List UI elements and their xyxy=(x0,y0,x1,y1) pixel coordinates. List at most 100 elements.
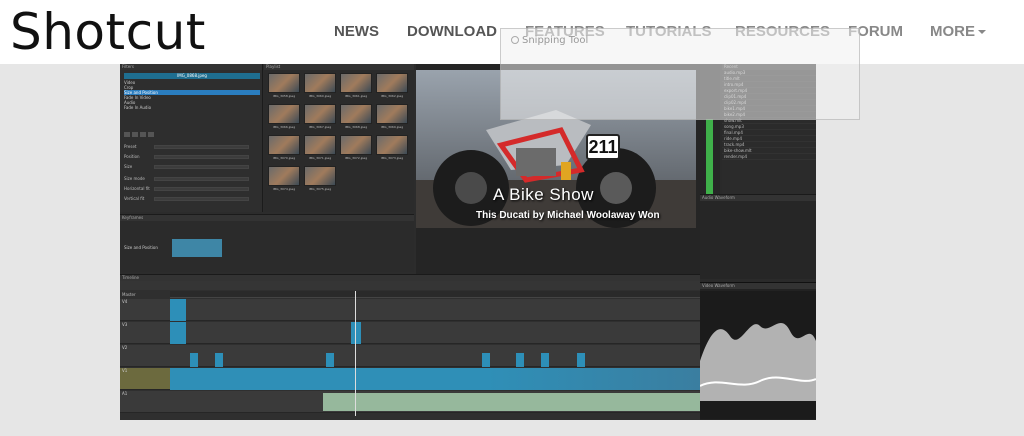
timeline-clip[interactable] xyxy=(577,353,585,367)
prop-field[interactable] xyxy=(154,187,249,191)
prop-label: Size mode xyxy=(124,176,145,181)
prop-label: Horizontal fit xyxy=(124,186,150,191)
playlist-thumbnail-label: IMG_3068.jpeg xyxy=(344,125,368,129)
track-name: V2 xyxy=(122,345,128,350)
race-number-plate: 211 xyxy=(586,134,620,160)
playlist-thumbnail-label: IMG_3069.jpeg xyxy=(380,125,404,129)
timeline-clip[interactable] xyxy=(541,353,549,367)
playlist-thumbnail[interactable] xyxy=(304,166,336,186)
timeline-clip[interactable] xyxy=(516,353,524,367)
filters-toolbar xyxy=(124,132,156,138)
track-name: V3 xyxy=(122,322,128,327)
playlist-thumbnail-label: IMG_3066.jpeg xyxy=(272,125,296,129)
playlist-thumbnail-label: IMG_3074.jpeg xyxy=(272,187,296,191)
playlist-thumbnail[interactable] xyxy=(340,104,372,124)
playlist-thumbnail[interactable] xyxy=(376,104,408,124)
keyframes-track-label: Size and Position xyxy=(124,245,158,250)
track-header-v4[interactable]: V4 xyxy=(120,299,170,321)
caret-down-icon xyxy=(978,30,986,35)
playlist-thumbnail[interactable] xyxy=(268,73,300,93)
video-title-text: A Bike Show xyxy=(493,185,594,204)
track-lane-v2[interactable] xyxy=(170,345,700,367)
track-header-a1[interactable]: A1 xyxy=(120,391,170,413)
prop-field[interactable] xyxy=(154,165,249,169)
playlist-thumbnail[interactable] xyxy=(340,73,372,93)
nav-more[interactable]: MORE xyxy=(930,22,986,42)
nav-download[interactable]: DOWNLOAD xyxy=(407,22,497,42)
filters-panel: Filters IMG_0868.jpeg Video Crop Size an… xyxy=(120,64,263,212)
timeline-clip[interactable] xyxy=(351,322,361,344)
add-filter-icon[interactable] xyxy=(124,132,130,137)
prop-label: Preset xyxy=(124,144,137,149)
prop-field[interactable] xyxy=(154,197,249,201)
playlist-thumbnail[interactable] xyxy=(304,135,336,155)
timeline-clip[interactable] xyxy=(482,353,490,367)
playlist-thumbnail-label: IMG_3073.jpeg xyxy=(380,156,404,160)
playlist-thumbnail[interactable] xyxy=(268,166,300,186)
playlist-thumbnail[interactable] xyxy=(268,135,300,155)
track-name: A1 xyxy=(122,391,128,396)
prop-label: Vertical fit xyxy=(124,196,145,201)
playlist-thumbnail-label: IMG_3062.jpeg xyxy=(380,94,404,98)
track-lane-v4[interactable] xyxy=(170,299,700,321)
timeline-clip[interactable] xyxy=(170,368,700,390)
playlist-thumbnail[interactable] xyxy=(268,104,300,124)
playlist-thumbnail-label: IMG_3072.jpeg xyxy=(344,156,368,160)
playlist-thumbnail-label: IMG_3070.jpeg xyxy=(272,156,296,160)
timeline-clip[interactable] xyxy=(326,353,334,367)
playlist-thumbnail[interactable] xyxy=(304,73,336,93)
filters-clip-name: IMG_0868.jpeg xyxy=(124,73,260,79)
prop-row: Size xyxy=(124,164,254,170)
filters-header: Filters xyxy=(120,64,262,70)
prop-row: Preset xyxy=(124,144,254,150)
snipping-tool-label: Snipping Tool xyxy=(511,35,588,46)
prop-field[interactable] xyxy=(154,145,249,149)
filters-list: Video Crop Size and Position Fade In Vid… xyxy=(124,80,260,110)
audio-level-bar xyxy=(706,119,713,199)
timeline-panel: Timeline Master V4 V3 V2 V1 A1 xyxy=(120,274,700,420)
playlist-thumbnail[interactable] xyxy=(376,135,408,155)
remove-filter-icon[interactable] xyxy=(132,132,138,137)
video-waveform-header: Video Waveform xyxy=(700,283,816,289)
prop-row: Position xyxy=(124,154,254,160)
page-root: Shotcut NEWS DOWNLOAD FEATURES TUTORIALS… xyxy=(0,0,1024,436)
track-name: V4 xyxy=(122,299,128,304)
track-header-v1[interactable]: V1 xyxy=(120,368,170,390)
timeline-clip[interactable] xyxy=(215,353,223,367)
track-name: V1 xyxy=(122,368,128,373)
audio-clip[interactable] xyxy=(323,393,700,411)
playlist-thumbnail-label: IMG_3058.jpeg xyxy=(272,94,296,98)
scissors-icon xyxy=(511,36,519,44)
deselect-icon[interactable] xyxy=(148,132,154,137)
prop-row: Vertical fit xyxy=(124,196,254,202)
audio-waveform-panel: Audio Waveform xyxy=(700,194,816,279)
playlist-thumbnail[interactable] xyxy=(376,73,408,93)
playlist-thumbnail[interactable] xyxy=(340,135,372,155)
snipping-tool-window[interactable]: Snipping Tool xyxy=(500,28,860,120)
track-lane-v1[interactable] xyxy=(170,368,700,390)
track-header-v3[interactable]: V3 xyxy=(120,322,170,344)
timeline-ruler[interactable] xyxy=(170,291,700,298)
snipping-tool-text: Snipping Tool xyxy=(522,35,589,46)
keyframes-header: Keyframes xyxy=(120,215,414,221)
prop-field[interactable] xyxy=(154,177,249,181)
playlist-thumbnail[interactable] xyxy=(304,104,336,124)
timeline-clip[interactable] xyxy=(170,322,186,344)
nav-news[interactable]: NEWS xyxy=(334,22,379,42)
keyframes-clip[interactable] xyxy=(172,239,222,257)
video-waveform-panel: Video Waveform xyxy=(700,282,816,420)
track-lane-a1[interactable] xyxy=(170,391,700,413)
site-logo[interactable]: Shotcut xyxy=(10,2,206,62)
recent-item[interactable]: render.mp4 xyxy=(722,154,816,160)
prop-field[interactable] xyxy=(154,155,249,159)
timeline-clip[interactable] xyxy=(170,299,186,321)
playlist-thumbnail-label: IMG_3071.jpeg xyxy=(308,156,332,160)
timeline-toolbar xyxy=(120,281,700,290)
copy-filter-icon[interactable] xyxy=(140,132,146,137)
track-lane-v3[interactable] xyxy=(170,322,700,344)
playhead[interactable] xyxy=(355,291,356,416)
track-header-v2[interactable]: V2 xyxy=(120,345,170,367)
timeline-clip[interactable] xyxy=(190,353,198,367)
filter-item[interactable]: Fade In Audio xyxy=(124,105,260,110)
playlist-header: Playlist xyxy=(264,64,414,70)
